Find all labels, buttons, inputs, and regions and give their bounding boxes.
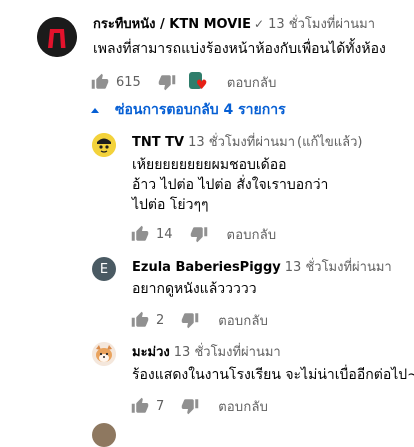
- reply-action-bar: 7 ตอบกลับ: [128, 394, 268, 418]
- author-name[interactable]: กระทืบหนัง / KTN MOVIE: [93, 17, 251, 32]
- hide-replies-toggle[interactable]: ซ่อนการตอบกลับ 4 รายการ: [91, 100, 286, 120]
- reply-text-line: ไปต่อ โย่วๆๆ: [132, 197, 209, 213]
- thumb-down-icon: [182, 399, 199, 415]
- thumb-up-icon: [131, 311, 149, 327]
- dislike-button[interactable]: [178, 394, 202, 418]
- comment-action-bar: 615 ♥ ตอบกลับ: [88, 70, 277, 94]
- like-button[interactable]: [128, 308, 152, 332]
- reply-avatar[interactable]: [92, 133, 116, 157]
- thumb-up-icon: [131, 397, 149, 413]
- reply-avatar[interactable]: [92, 423, 116, 447]
- reply-header: Ezula BaberiesPiggy 13 ชั่วโมงที่ผ่านมา: [132, 259, 392, 277]
- like-button[interactable]: [128, 222, 152, 246]
- tnt-mascot-icon: [92, 133, 116, 157]
- edited-label: (แก้ไขแล้ว): [297, 135, 363, 150]
- comment-header: กระทืบหนัง / KTN MOVIE ✓ 13 ชั่วโมงที่ผ่าน…: [93, 15, 375, 34]
- reply-text-line: ร้องแสดงในงานโรงเรียน จะไม่น่าเบื่ออีกต่…: [132, 367, 414, 383]
- reply-text-line: อ้าว ไปต่อ ไปต่อ สั่งใจเราบอกว่า: [132, 177, 329, 193]
- reply-header: TNT TV 13 ชั่วโมงที่ผ่านมา (แก้ไขแล้ว): [132, 134, 363, 152]
- shiba-dog-icon: [92, 342, 116, 366]
- creator-heart-badge[interactable]: ♥: [187, 70, 211, 94]
- author-name[interactable]: TNT TV: [132, 135, 184, 150]
- reply-action-bar: 14 ตอบกลับ: [128, 222, 276, 246]
- reply-text-line: อยากดูหนังแล้ววววว: [132, 281, 257, 297]
- ktn-logo-icon: [37, 17, 77, 57]
- comment-text: เพลงที่สามารถแบ่งร้องหน้าห้องกับเพื่อนได…: [93, 41, 386, 57]
- like-count: 7: [156, 398, 165, 414]
- reply-button[interactable]: ตอบกลับ: [227, 224, 277, 245]
- dislike-button[interactable]: [178, 308, 202, 332]
- reply-button[interactable]: ตอบกลับ: [227, 72, 277, 93]
- reply-text-line: เห้ยยยยยยยยผมชอบเด้ออ: [132, 157, 287, 173]
- like-count: 14: [156, 226, 173, 242]
- thumb-down-icon: [190, 227, 207, 243]
- comment-timestamp[interactable]: 13 ชั่วโมงที่ผ่านมา: [268, 17, 375, 32]
- reply-timestamp[interactable]: 13 ชั่วโมงที่ผ่านมา: [188, 135, 295, 150]
- reply-button[interactable]: ตอบกลับ: [218, 396, 268, 417]
- reply-header: มะม่วง 13 ชั่วโมงที่ผ่านมา: [132, 344, 281, 362]
- reply-action-bar: 2 ตอบกลับ: [128, 308, 268, 332]
- heart-icon: ♥: [195, 78, 208, 93]
- like-count: 615: [116, 74, 141, 90]
- comment-thread: กระทืบหนัง / KTN MOVIE ✓ 13 ชั่วโมงที่ผ่าน…: [0, 0, 414, 447]
- channel-avatar[interactable]: [37, 17, 77, 57]
- reply-timestamp[interactable]: 13 ชั่วโมงที่ผ่านมา: [285, 260, 392, 275]
- author-name[interactable]: Ezula BaberiesPiggy: [132, 260, 281, 275]
- thumb-down-icon: [158, 75, 176, 91]
- reply-avatar[interactable]: [92, 342, 116, 366]
- avatar-letter: E: [99, 261, 109, 277]
- like-count: 2: [156, 312, 165, 328]
- like-button[interactable]: [88, 70, 112, 94]
- caret-up-icon: [91, 107, 99, 113]
- dislike-button[interactable]: [155, 70, 179, 94]
- reply-avatar[interactable]: E: [92, 257, 116, 281]
- like-button[interactable]: [128, 394, 152, 418]
- hide-replies-label: ซ่อนการตอบกลับ 4 รายการ: [115, 102, 286, 118]
- verified-icon: ✓: [254, 17, 265, 31]
- reply-button[interactable]: ตอบกลับ: [218, 310, 268, 331]
- thumb-down-icon: [182, 313, 199, 329]
- thumb-up-icon: [131, 225, 149, 241]
- reply-timestamp[interactable]: 13 ชั่วโมงที่ผ่านมา: [174, 345, 281, 360]
- thumb-up-icon: [91, 73, 109, 89]
- author-name[interactable]: มะม่วง: [132, 345, 170, 360]
- dislike-button[interactable]: [187, 222, 211, 246]
